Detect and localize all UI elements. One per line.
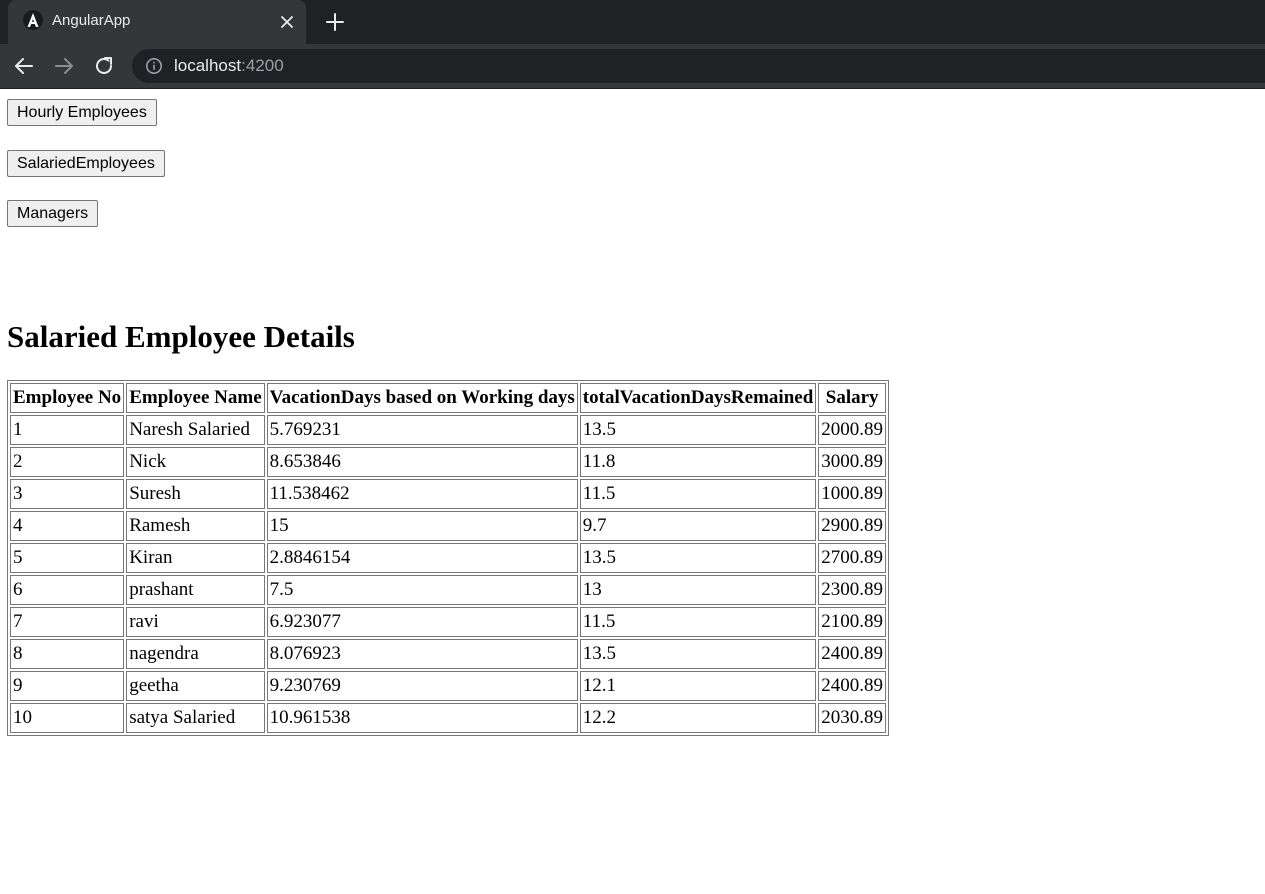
salary-cell: 2300.89 [818,575,887,605]
employee-name-cell: Kiran [126,543,265,573]
vacation-days-cell: 9.230769 [266,671,578,701]
url-port: :4200 [241,56,284,75]
vacation-remained-cell: 13.5 [579,543,817,573]
forward-arrow-icon[interactable] [52,54,76,78]
vacation-remained-cell: 11.8 [579,447,817,477]
table-row: 4 Ramesh 15 9.7 2900.89 [10,511,887,541]
close-icon[interactable] [278,13,296,31]
salary-cell: 2400.89 [818,671,887,701]
table-row: 8 nagendra 8.076923 13.5 2400.89 [10,639,887,669]
employee-name-cell: prashant [126,575,265,605]
url-host: localhost [174,56,242,75]
employee-no-cell: 8 [10,639,125,669]
reload-icon[interactable] [92,54,116,78]
vacation-days-cell: 10.961538 [266,703,578,733]
table-row: 3 Suresh 11.538462 11.5 1000.89 [10,479,887,509]
table-row: 5 Kiran 2.8846154 13.5 2700.89 [10,543,887,573]
table-row: 2 Nick 8.653846 11.8 3000.89 [10,447,887,477]
salary-cell: 2400.89 [818,639,887,669]
vacation-days-cell: 5.769231 [266,415,578,445]
employee-name-cell: Naresh Salaried [126,415,265,445]
vacation-days-cell: 15 [266,511,578,541]
vacation-days-cell: 8.076923 [266,639,578,669]
browser-tabstrip: AngularApp [0,0,1265,44]
column-header: Employee Name [126,383,265,413]
page-title: Salaried Employee Details [7,319,355,354]
address-bar[interactable]: localhost:4200 [132,49,1265,83]
vacation-days-cell: 2.8846154 [266,543,578,573]
column-header: totalVacationDaysRemained [579,383,817,413]
employee-name-cell: geetha [126,671,265,701]
column-header: VacationDays based on Working days [266,383,578,413]
vacation-remained-cell: 9.7 [579,511,817,541]
tab-title: AngularApp [52,12,131,29]
managers-button[interactable]: Managers [7,200,99,227]
vacation-remained-cell: 11.5 [579,607,817,637]
info-icon[interactable] [145,57,163,75]
back-arrow-icon[interactable] [12,54,36,78]
vacation-days-cell: 6.923077 [266,607,578,637]
table-body: 1 Naresh Salaried 5.769231 13.5 2000.89 2 Nick… [10,415,887,733]
browser-tab[interactable]: AngularApp [8,0,306,44]
employee-no-cell: 1 [10,415,125,445]
employee-name-cell: nagendra [126,639,265,669]
employee-no-cell: 5 [10,543,125,573]
vacation-remained-cell: 11.5 [579,479,817,509]
vacation-remained-cell: 13.5 [579,639,817,669]
angular-logo-icon [23,10,43,30]
table-row: 9 geetha 9.230769 12.1 2400.89 [10,671,887,701]
salaried-employees-button[interactable]: SalariedEmployees [7,150,165,177]
employee-name-cell: ravi [126,607,265,637]
vacation-days-cell: 8.653846 [266,447,578,477]
url-text: localhost:4200 [174,56,284,76]
page-content: Hourly Employees SalariedEmployees Manag… [0,89,1265,894]
employee-no-cell: 2 [10,447,125,477]
table-header-row: Employee No Employee Name VacationDays b… [10,383,887,413]
table-row: 7 ravi 6.923077 11.5 2100.89 [10,607,887,637]
vacation-days-cell: 7.5 [266,575,578,605]
vacation-remained-cell: 13 [579,575,817,605]
employee-no-cell: 10 [10,703,125,733]
new-tab-icon[interactable] [324,11,346,33]
column-header: Employee No [10,383,125,413]
hourly-employees-button[interactable]: Hourly Employees [7,99,157,126]
browser-toolbar: localhost:4200 [0,44,1265,89]
vacation-remained-cell: 12.2 [579,703,817,733]
employee-name-cell: Suresh [126,479,265,509]
employee-name-cell: Nick [126,447,265,477]
salary-cell: 2100.89 [818,607,887,637]
salary-cell: 2700.89 [818,543,887,573]
salary-cell: 2030.89 [818,703,887,733]
column-header: Salary [818,383,887,413]
vacation-remained-cell: 12.1 [579,671,817,701]
table-row: 10 satya Salaried 10.961538 12.2 2030.89 [10,703,887,733]
table-row: 1 Naresh Salaried 5.769231 13.5 2000.89 [10,415,887,445]
employee-name-cell: satya Salaried [126,703,265,733]
employee-no-cell: 6 [10,575,125,605]
employee-no-cell: 7 [10,607,125,637]
salary-cell: 1000.89 [818,479,887,509]
table-row: 6 prashant 7.5 13 2300.89 [10,575,887,605]
vacation-days-cell: 11.538462 [266,479,578,509]
employee-no-cell: 3 [10,479,125,509]
salary-cell: 3000.89 [818,447,887,477]
employee-no-cell: 4 [10,511,125,541]
employee-no-cell: 9 [10,671,125,701]
employee-table: Employee No Employee Name VacationDays b… [7,380,890,736]
salary-cell: 2000.89 [818,415,887,445]
salary-cell: 2900.89 [818,511,887,541]
employee-name-cell: Ramesh [126,511,265,541]
vacation-remained-cell: 13.5 [579,415,817,445]
